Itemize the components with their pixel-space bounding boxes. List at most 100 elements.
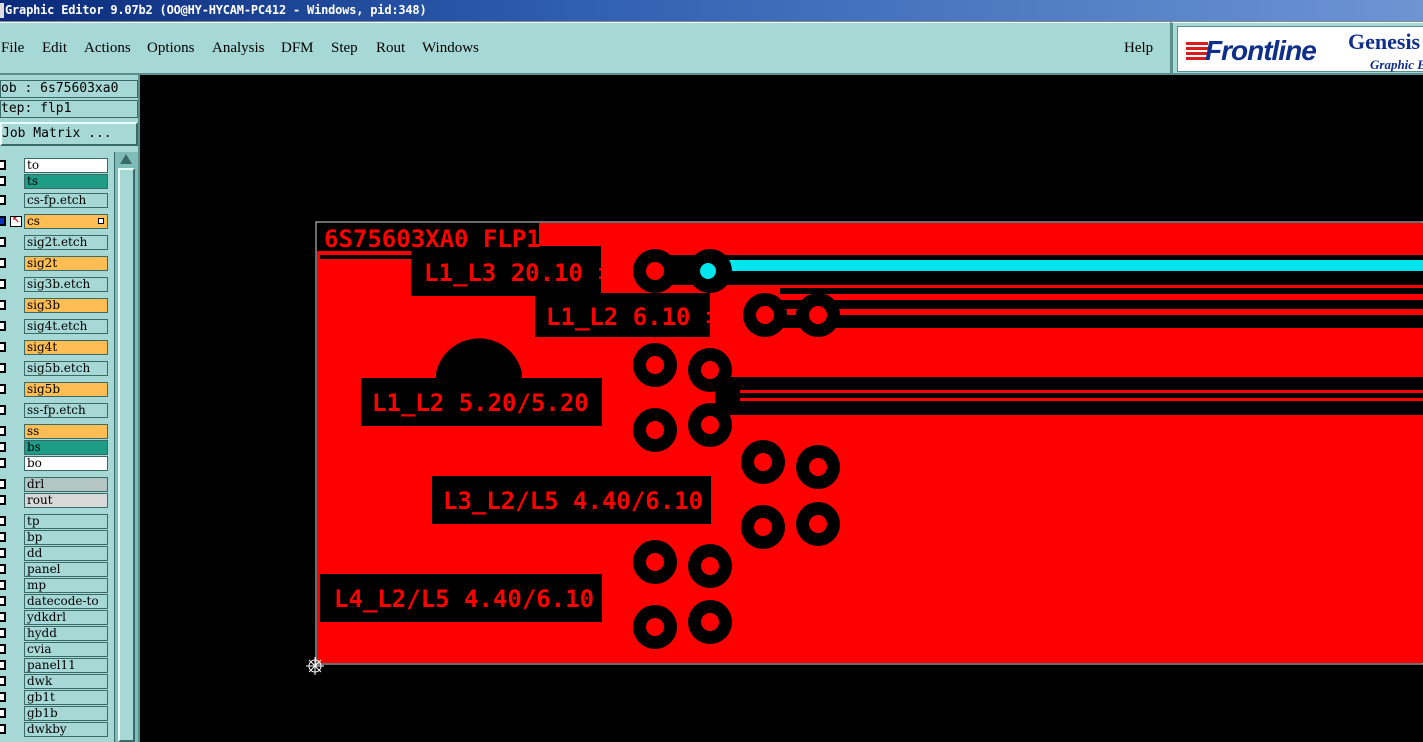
layer-name[interactable]: bs — [24, 440, 108, 455]
menu-actions[interactable]: Actions — [84, 40, 131, 57]
layer-name[interactable]: sig4t — [24, 340, 108, 355]
layer-name[interactable]: gb1b — [24, 706, 108, 721]
layer-name[interactable]: tp — [24, 514, 108, 529]
layer-row[interactable]: dwk — [0, 674, 112, 689]
layer-row[interactable]: sig5b.etch — [0, 361, 112, 376]
layer-checkbox[interactable] — [0, 279, 6, 289]
layer-checkbox[interactable] — [0, 458, 6, 468]
layer-checkbox[interactable] — [0, 495, 6, 505]
layer-row[interactable]: panel — [0, 562, 112, 577]
layer-row[interactable]: ts — [0, 174, 112, 189]
layer-name[interactable]: datecode-to — [24, 594, 108, 609]
layer-name[interactable]: mp — [24, 578, 108, 593]
scroll-thumb[interactable] — [118, 168, 135, 742]
layer-row[interactable]: bp — [0, 530, 112, 545]
layer-row[interactable]: sig2t.etch — [0, 235, 112, 250]
layer-name[interactable]: panel11 — [24, 658, 108, 673]
layer-name[interactable]: sig4t.etch — [24, 319, 108, 334]
layer-checkbox[interactable] — [0, 405, 6, 415]
layer-row[interactable]: tp — [0, 514, 112, 529]
menu-windows[interactable]: Windows — [422, 40, 479, 57]
menu-dfm[interactable]: DFM — [281, 40, 314, 57]
layer-checkbox[interactable] — [0, 612, 6, 622]
layer-checkbox[interactable] — [0, 342, 6, 352]
layer-row[interactable]: mp — [0, 578, 112, 593]
layer-row[interactable]: gb1t — [0, 690, 112, 705]
layer-checkbox[interactable] — [0, 195, 6, 205]
layer-name[interactable]: dwk — [24, 674, 108, 689]
job-matrix-button[interactable]: Job Matrix ... — [0, 122, 138, 146]
layer-name[interactable]: dd — [24, 546, 108, 561]
layer-name[interactable]: gb1t — [24, 690, 108, 705]
layer-checkbox[interactable] — [0, 644, 6, 654]
layer-row[interactable]: ydkdrl — [0, 610, 112, 625]
layer-checkbox[interactable] — [0, 628, 6, 638]
layer-row[interactable]: panel11 — [0, 658, 112, 673]
layer-name[interactable]: bo — [24, 456, 108, 471]
layer-name[interactable]: cvia — [24, 642, 108, 657]
layer-name[interactable]: cs-fp.etch — [24, 193, 108, 208]
layer-checkbox[interactable] — [0, 724, 6, 734]
layer-checkbox[interactable] — [0, 160, 6, 170]
layer-name[interactable]: drl — [24, 477, 108, 492]
layer-checkbox[interactable] — [0, 176, 6, 186]
layer-checkbox[interactable] — [0, 237, 6, 247]
layer-checkbox[interactable] — [0, 708, 6, 718]
layer-name[interactable]: hydd — [24, 626, 108, 641]
layer-row[interactable]: dd — [0, 546, 112, 561]
layer-checkbox[interactable] — [0, 300, 6, 310]
layer-name[interactable]: sig5b.etch — [24, 361, 108, 376]
menu-help[interactable]: Help — [1124, 40, 1153, 57]
menu-step[interactable]: Step — [331, 40, 358, 57]
layer-list-scrollbar[interactable] — [114, 152, 138, 742]
layer-row[interactable]: to — [0, 158, 112, 173]
layer-name[interactable]: sig2t.etch — [24, 235, 108, 250]
layer-name[interactable]: sig5b — [24, 382, 108, 397]
layer-checkbox[interactable] — [0, 426, 6, 436]
menu-rout[interactable]: Rout — [376, 40, 405, 57]
layer-row[interactable]: cvia — [0, 642, 112, 657]
layer-row[interactable]: sig2t — [0, 256, 112, 271]
layer-checkbox[interactable] — [0, 258, 6, 268]
layer-row[interactable]: sig4t — [0, 340, 112, 355]
layer-row[interactable]: ss — [0, 424, 112, 439]
layer-name[interactable]: bp — [24, 530, 108, 545]
layer-checkbox[interactable] — [0, 660, 6, 670]
layer-row[interactable]: cs-fp.etch — [0, 193, 112, 208]
layer-checkbox[interactable] — [0, 548, 6, 558]
layer-row[interactable]: ↖ cs — [0, 214, 112, 229]
layer-checkbox[interactable] — [0, 442, 6, 452]
layer-row[interactable]: hydd — [0, 626, 112, 641]
layer-name[interactable]: rout — [24, 493, 108, 508]
layer-name[interactable]: sig3b — [24, 298, 108, 313]
layer-checkbox[interactable] — [0, 516, 6, 526]
layer-row[interactable]: drl — [0, 477, 112, 492]
layer-name[interactable]: sig3b.etch — [24, 277, 108, 292]
layer-checkbox[interactable] — [0, 676, 6, 686]
menu-edit[interactable]: Edit — [42, 40, 67, 57]
scroll-up-icon[interactable] — [120, 154, 132, 164]
layer-checkbox[interactable] — [0, 216, 6, 226]
layer-name[interactable]: to — [24, 158, 108, 173]
menu-analysis[interactable]: Analysis — [212, 40, 265, 57]
layer-row[interactable]: sig3b — [0, 298, 112, 313]
layer-row[interactable]: dwkby — [0, 722, 112, 737]
layer-row[interactable]: ss-fp.etch — [0, 403, 112, 418]
layer-checkbox[interactable] — [0, 564, 6, 574]
layer-name[interactable]: ydkdrl — [24, 610, 108, 625]
layer-name[interactable]: cs — [24, 214, 108, 229]
menu-file[interactable]: File — [1, 40, 24, 57]
layer-name[interactable]: dwkby — [24, 722, 108, 737]
layer-name[interactable]: ss-fp.etch — [24, 403, 108, 418]
menu-options[interactable]: Options — [147, 40, 195, 57]
graphic-canvas[interactable]: 6S75603XA0 FLP1 L1_L3 20.10 ‡ L1_L2 6.10… — [140, 75, 1423, 742]
layer-checkbox[interactable] — [0, 580, 6, 590]
layer-row[interactable]: sig3b.etch — [0, 277, 112, 292]
layer-checkbox[interactable] — [0, 384, 6, 394]
layer-row[interactable]: rout — [0, 493, 112, 508]
layer-checkbox[interactable] — [0, 596, 6, 606]
layer-row[interactable]: sig4t.etch — [0, 319, 112, 334]
layer-checkbox[interactable] — [0, 692, 6, 702]
layer-name[interactable]: sig2t — [24, 256, 108, 271]
layer-row[interactable]: datecode-to — [0, 594, 112, 609]
